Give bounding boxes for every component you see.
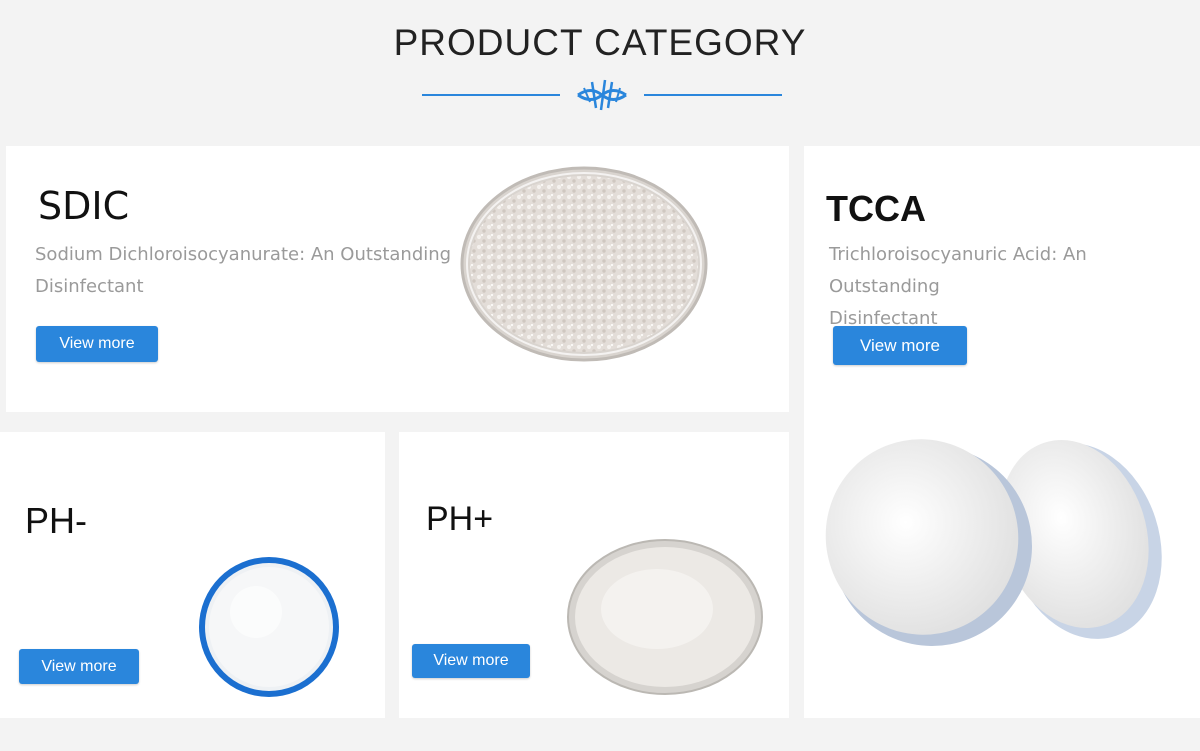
view-more-button[interactable]: View more xyxy=(412,644,530,678)
page-title: PRODUCT CATEGORY xyxy=(393,22,807,63)
fine-powder-image xyxy=(567,539,763,695)
view-more-button[interactable]: View more xyxy=(833,326,967,365)
product-name: SDIC xyxy=(38,184,130,228)
product-name: PH+ xyxy=(426,500,494,538)
white-powder-image xyxy=(199,557,339,697)
product-card-sdic: SDIC Sodium Dichloroisocyanurate: An Out… xyxy=(6,146,789,412)
product-card-tcca: TCCA Trichloroisocyanuric Acid: An Outst… xyxy=(804,146,1200,718)
view-more-button[interactable]: View more xyxy=(19,649,139,684)
view-more-button[interactable]: View more xyxy=(36,326,158,362)
product-card-ph-minus: PH- View more xyxy=(0,432,385,718)
product-description: Sodium Dichloroisocyanurate: An Outstand… xyxy=(35,244,452,297)
chlorine-tablets-image xyxy=(825,439,1162,646)
barbed-wire-divider-icon xyxy=(422,79,782,111)
granular-powder-image xyxy=(460,166,708,362)
product-name: TCCA xyxy=(826,188,926,229)
product-name: PH- xyxy=(25,500,87,541)
product-description: Trichloroisocyanuric Acid: An Outstandin… xyxy=(829,244,1087,329)
product-card-ph-plus: PH+ View more xyxy=(399,432,789,718)
